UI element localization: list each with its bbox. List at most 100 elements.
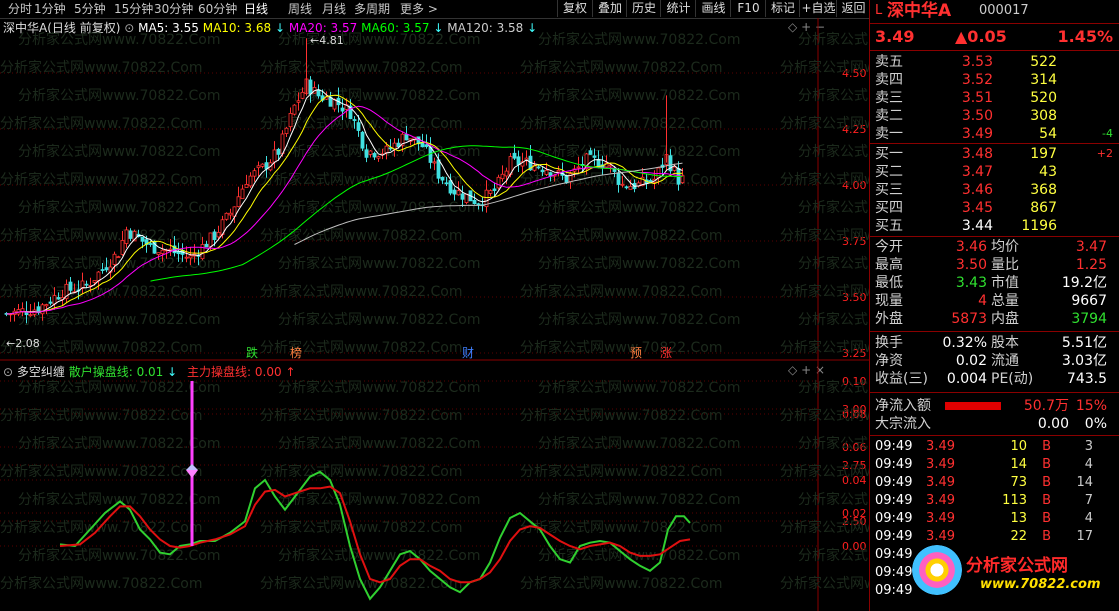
candle-body [308,79,313,95]
toolbar-button-6[interactable]: 标记 [765,0,800,17]
candle-body [624,186,629,189]
period-tab-1[interactable]: 1分钟 [34,1,66,17]
stat-label: 换手 [875,335,903,351]
net-inflow-value: 50.7万 [1023,398,1069,414]
toolbar-button-4[interactable]: 画线 [695,0,731,17]
watermark-text: 分析家公式网www.70822.Com [278,491,480,508]
buy-volume: 197 [1030,146,1057,162]
watermark-text: 分析家公式网www.70822.Com [520,575,722,592]
divider [870,23,1119,24]
candle-body [280,133,285,155]
buy-level-1: 买一 3.48 197 +2 [873,145,1113,163]
tick-time: 09:49 [875,547,913,562]
candle-body [244,184,249,188]
period-tab-8[interactable]: 月线 [322,1,346,17]
candle-body [496,176,501,189]
sell-label: 卖二 [875,108,903,124]
stat2-row: 换手 0.32% 股本 5.51亿 [873,334,1113,352]
toolbar-button-5[interactable]: F10 [730,0,766,17]
watermark-text: 分析家公式网www.70822.Com [520,283,722,300]
watermark-text: 分析家公式网www.70822.Com [780,115,869,132]
tick-row: 09:49 3.49 73 B 14 [873,474,1113,492]
watermark-text: 分析家公式网www.70822.Com [520,519,722,536]
tick-time: 09:49 [875,565,913,580]
tick-count: 3 [1084,439,1093,454]
candle-body [512,152,517,159]
watermark-text: 分析家公式网www.70822.Com [0,283,202,300]
candle-body [616,172,621,185]
tick-time: 09:49 [875,457,913,472]
period-tab-6[interactable]: 日线 [244,1,268,17]
candle-body [492,188,497,191]
watermark-text: 分析家公式网www.70822.Com [520,339,722,356]
sell-label: 卖一 [875,126,903,142]
candle-body [44,304,49,307]
sell-volume: 314 [1030,72,1057,88]
candle-body [296,100,301,103]
buy-label: 买一 [875,146,903,162]
watermark-text: 分析家公式网www.70822.Com [780,463,869,480]
sell-price: 3.50 [961,108,993,124]
candle-body [288,113,293,128]
period-tab-2[interactable]: 5分钟 [74,1,106,17]
watermark-text: 分析家公式网www.70822.Com [798,491,869,508]
toolbar-button-3[interactable]: 统计 [660,0,696,17]
sell-level-3: 卖三 3.51 520 [873,89,1113,107]
toolbar-button-8[interactable]: 返回 [836,0,870,17]
sell-price: 3.49 [961,126,993,142]
candle-body [84,283,89,286]
period-tab-4[interactable]: 30分钟 [154,1,193,17]
stat-value: 3.46 [955,239,987,255]
watermark-text: 分析家公式网www.70822.Com [780,407,869,424]
buy-volume: 368 [1030,182,1057,198]
candle-body [212,231,217,241]
sell-level-5: 卖五 3.53 522 [873,53,1113,71]
logo-title: 分析家公式网 [966,556,1068,576]
event-marker[interactable]: 预 [630,346,642,360]
tick-side: B [1042,493,1051,508]
watermark-text: 分析家公式网www.70822.Com [260,407,462,424]
candle-body [384,145,389,154]
tick-volume: 22 [1010,529,1027,544]
sell-price: 3.52 [961,72,993,88]
toolbar-button-0[interactable]: 复权 [557,0,592,17]
watermark-text: 分析家公式网www.70822.Com [798,87,869,104]
candle-body [256,165,261,169]
event-marker[interactable]: 财 [462,346,474,360]
toolbar-button-1[interactable]: 叠加 [592,0,627,17]
buy-level-4: 买四 3.45 867 [873,199,1113,217]
event-marker[interactable]: 跌 [246,345,258,360]
stat-row: 最低 3.43 市值 19.2亿 [873,274,1113,292]
period-tab-10[interactable]: 更多 > [400,1,438,17]
stat-label: 收益(三) [875,371,928,387]
stat-label: 市值 [991,275,1019,291]
candle-body [272,149,277,163]
watermark-text: 分析家公式网www.70822.Com [18,143,220,160]
watermark-text: 分析家公式网www.70822.Com [780,227,869,244]
candle-body [112,253,117,265]
period-tab-5[interactable]: 60分钟 [198,1,237,17]
event-marker[interactable]: 涨 [660,345,672,360]
period-tab-0[interactable]: 分时 [8,1,32,17]
price-row: 3.49 ▲0.05 1.45% [873,28,1113,46]
period-tab-3[interactable]: 15分钟 [114,1,153,17]
period-tab-7[interactable]: 周线 [288,1,312,17]
candle-body [360,131,365,149]
period-tab-9[interactable]: 多周期 [354,1,390,17]
candle-body [364,149,369,158]
stat-value: 9667 [1071,293,1107,309]
candle-body [128,230,133,239]
tick-row: 09:49 3.49 13 B 4 [873,510,1113,528]
watermark-text: 分析家公式网www.70822.Com [780,575,869,592]
watermark-text: 分析家公式网www.70822.Com [0,171,202,188]
candle-body [48,301,53,304]
candle-body [628,185,633,190]
watermark-text: 分析家公式网www.70822.Com [0,407,202,424]
watermark-text: 分析家公式网www.70822.Com [278,435,480,452]
watermark-text: 分析家公式网www.70822.Com [798,379,869,396]
chart-canvas[interactable]: 4.504.254.003.753.503.253.002.752.500.10… [0,18,869,611]
watermark-text: 分析家公式网www.70822.Com [520,407,722,424]
toolbar-button-2[interactable]: 历史 [626,0,661,17]
toolbar-button-7[interactable]: +自选 [799,0,837,17]
event-marker[interactable]: 榜 [290,345,302,360]
